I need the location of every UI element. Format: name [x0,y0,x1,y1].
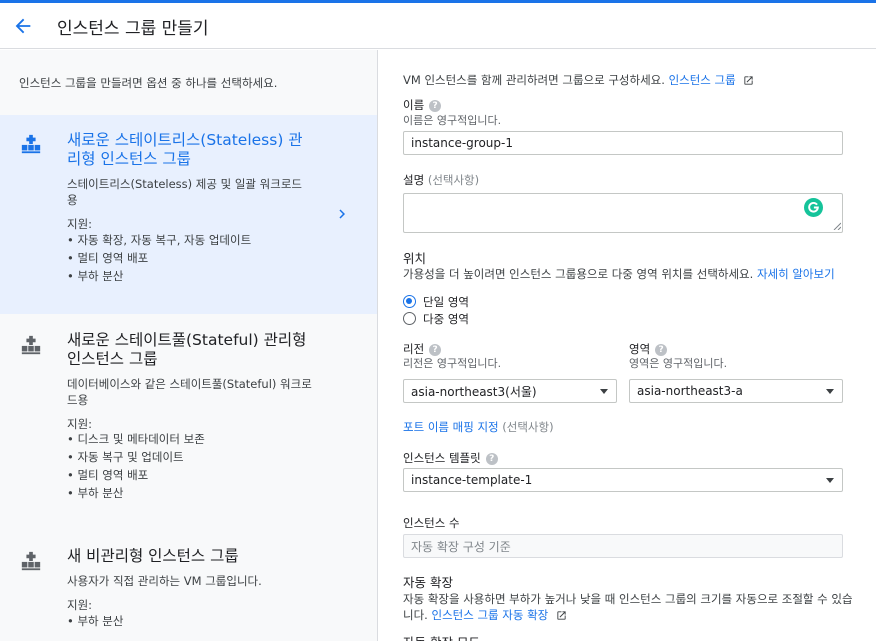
option-intro: 인스턴스 그룹을 만들려면 옵션 중 하나를 선택하세요. [19,76,278,90]
description-optional: (선택사항) [427,173,480,187]
location-desc-row: 가용성을 더 높이려면 인스턴스 그룹용으로 다중 영역 위치를 선택하세요. … [403,266,835,282]
help-icon[interactable]: ? [429,99,442,112]
region-label: 리전 [403,342,425,356]
grammarly-icon[interactable] [804,198,823,217]
list-item: • 부하 분산 [67,486,124,500]
option-unmanaged-group[interactable]: 새 비관리형 인스턴스 그룹 사용자가 직접 관리하는 VM 그룹입니다. 지원… [0,530,377,641]
list-item: • 자동 복구 및 업데이트 [67,450,184,464]
option-title: 새로운 스테이트풀(Stateful) 관리형 인스턴스 그룹 [67,331,307,368]
chevron-right-icon [339,209,345,219]
single-zone-radio[interactable] [403,295,416,308]
region-select-value: asia-northeast3(서울) [411,384,537,399]
location-label: 위치 [403,251,427,266]
external-link-icon [744,76,753,85]
dropdown-caret-icon [826,478,834,483]
instance-count-placeholder: 자동 확장 구성 기준 [411,539,511,554]
template-label: 인스턴스 템플릿 [403,451,481,465]
option-feature-list: • 부하 분산 [67,612,123,630]
option-feature-list: • 자동 확장, 자동 복구, 자동 업데이트 • 멀티 영역 배포 • 부하 … [67,231,251,285]
location-description: 가용성을 더 높이려면 인스턴스 그룹용으로 다중 영역 위치를 선택하세요. [403,267,754,281]
dropdown-caret-icon [826,389,834,394]
option-description: 사용자가 직접 관리하는 VM 그룹입니다. [67,574,262,588]
autoscale-description-2-row: 니다. 인스턴스 그룹 자동 확장 [403,607,567,623]
autoscale-label: 자동 확장 [403,575,453,590]
external-link-icon [557,611,566,620]
name-hint: 이름은 영구적입니다. [403,114,502,127]
dropdown-caret-icon [600,389,608,394]
arrow-left-icon[interactable] [12,15,34,37]
name-label: 이름 [403,98,425,112]
option-feature-list: • 디스크 및 메타데이터 보존 • 자동 복구 및 업데이트 • 멀티 영역 … [67,430,205,502]
list-item: • 부하 분산 [67,614,124,628]
form-panel: VM 인스턴스를 함께 관리하려면 그룹으로 구성하세요. 인스턴스 그룹 이름… [379,50,876,641]
multi-zone-radio[interactable] [403,312,416,325]
region-hint: 리전은 영구적입니다. [403,357,502,370]
instance-count-label: 인스턴스 수 [403,516,460,530]
help-icon[interactable]: ? [429,343,442,356]
form-intro: VM 인스턴스를 함께 관리하려면 그룹으로 구성하세요. 인스턴스 그룹 [403,72,754,88]
name-label-row: 이름? [403,97,442,113]
zone-hint: 영역은 영구적입니다. [629,357,728,370]
list-item: • 디스크 및 메타데이터 보존 [67,432,205,446]
name-input[interactable]: instance-group-1 [403,131,843,155]
option-support-label: 지원: [67,217,93,231]
help-icon[interactable]: ? [485,452,498,465]
list-item: • 멀티 영역 배포 [67,251,149,265]
option-title: 새 비관리형 인스턴스 그룹 [67,547,239,565]
page-title: 인스턴스 그룹 만들기 [57,19,209,39]
port-mapping-row: 포트 이름 매핑 지정 (선택사항) [403,419,554,435]
port-mapping-optional: (선택사항) [502,420,554,434]
instance-group-doc-link[interactable]: 인스턴스 그룹 [669,73,736,87]
autoscale-doc-link[interactable]: 인스턴스 그룹 자동 확장 [431,608,548,622]
instance-group-icon [21,134,41,154]
description-textarea[interactable] [403,193,843,233]
option-support-label: 지원: [67,598,93,612]
list-item: • 멀티 영역 배포 [67,468,149,482]
multi-zone-label: 다중 영역 [423,312,469,326]
port-mapping-link[interactable]: 포트 이름 매핑 지정 [403,420,499,434]
list-item: • 자동 확장, 자동 복구, 자동 업데이트 [67,233,252,247]
help-icon[interactable]: ? [655,343,668,356]
option-description: 데이터베이스와 같은 스테이트풀(Stateful) 워크로드용 [67,377,312,407]
option-stateful-mig[interactable]: 새로운 스테이트풀(Stateful) 관리형 인스턴스 그룹 데이터베이스와 … [0,314,377,530]
name-input-value: instance-group-1 [411,136,513,150]
autoscale-description-1: 자동 확장을 사용하면 부하가 높거나 낮을 때 인스턴스 그룹의 크기를 자동… [403,592,853,606]
autoscale-mode-label: 자동 확장 모드 [403,632,480,641]
option-title: 새로운 스테이트리스(Stateless) 관리형 인스턴스 그룹 [67,131,303,168]
learn-more-link[interactable]: 자세히 알아보기 [757,267,835,281]
description-label: 설명 [403,173,425,187]
zone-select[interactable]: asia-northeast3-a [629,379,843,403]
option-panel: 인스턴스 그룹을 만들려면 옵션 중 하나를 선택하세요. 새로운 스테이트리스… [0,50,378,641]
form-intro-text: VM 인스턴스를 함께 관리하려면 그룹으로 구성하세요. [403,73,665,87]
list-item: • 부하 분산 [67,269,124,283]
instance-group-icon [21,551,41,571]
template-label-row: 인스턴스 템플릿? [403,450,498,466]
resize-handle-icon[interactable] [833,222,841,230]
autoscale-description-2: 니다. [403,608,428,622]
zone-select-value: asia-northeast3-a [637,384,743,398]
region-select[interactable]: asia-northeast3(서울) [403,379,617,403]
option-stateless-mig[interactable]: 새로운 스테이트리스(Stateless) 관리형 인스턴스 그룹 스테이트리스… [0,115,377,314]
page-header: 인스턴스 그룹 만들기 [0,3,876,49]
single-zone-label: 단일 영역 [423,295,469,309]
option-description: 스테이트리스(Stateless) 제공 및 일괄 워크로드용 [67,177,302,207]
instance-count-input: 자동 확장 구성 기준 [403,534,843,558]
template-select[interactable]: instance-template-1 [403,468,843,492]
description-label-row: 설명 (선택사항) [403,172,479,188]
zone-label: 영역 [629,342,651,356]
template-select-value: instance-template-1 [411,473,533,487]
instance-group-icon [21,335,41,355]
